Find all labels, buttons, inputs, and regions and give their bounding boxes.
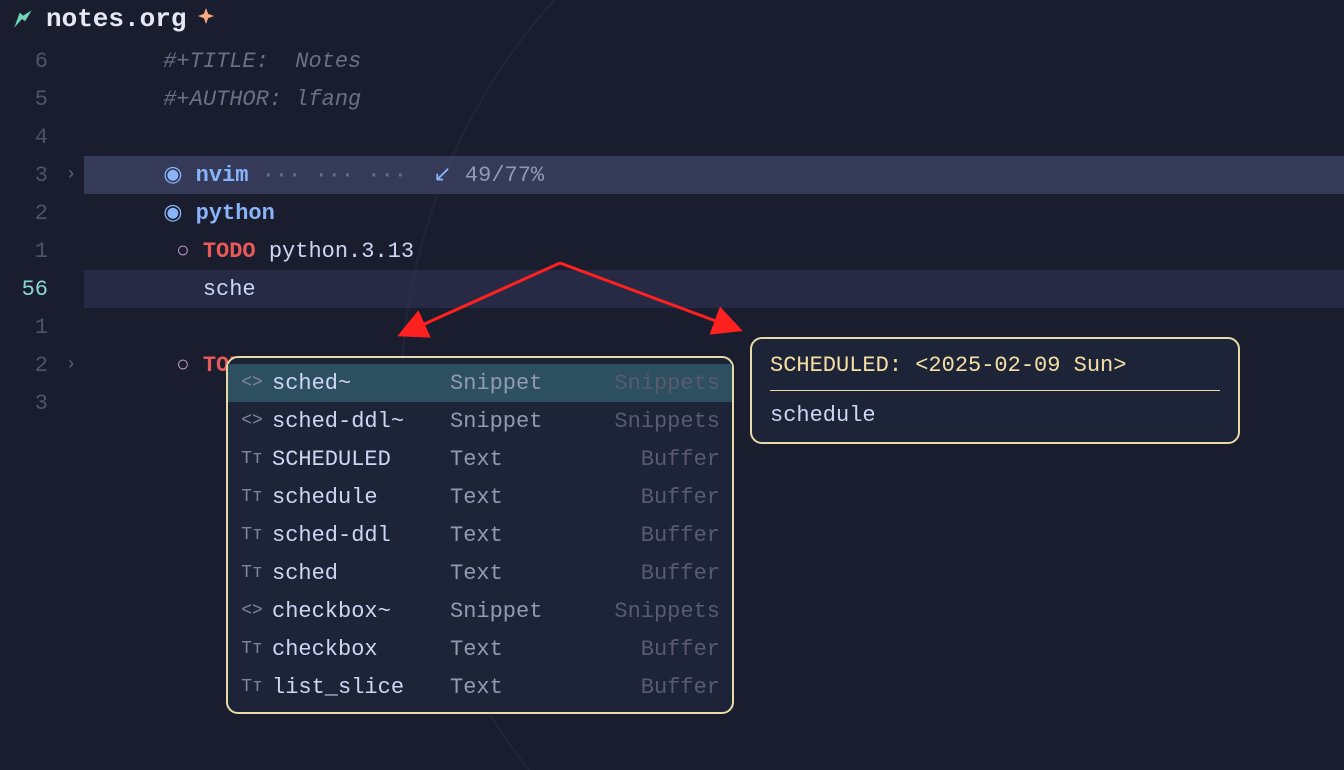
line-number: 5 (0, 87, 58, 112)
completion-source: Snippets (568, 409, 720, 434)
text-icon: Tᴛ (240, 525, 264, 545)
line-number-current: 56 (0, 277, 58, 302)
text-icon: Tᴛ (240, 563, 264, 583)
text-icon: Tᴛ (240, 677, 264, 697)
completion-label: sched-ddl (272, 523, 442, 548)
completion-item[interactable]: <> sched~ Snippet Snippets (228, 364, 732, 402)
completion-source: Buffer (568, 675, 720, 700)
line-number: 6 (0, 49, 58, 74)
completion-label: checkbox~ (272, 599, 442, 624)
typed-text: sche (203, 277, 256, 302)
editor-line[interactable]: 5 #+AUTHOR: lfang (0, 80, 1344, 118)
completion-kind: Text (450, 447, 560, 472)
line-number: 4 (0, 125, 58, 150)
completion-kind: Snippet (450, 599, 560, 624)
completion-item[interactable]: Tᴛ SCHEDULED Text Buffer (228, 440, 732, 478)
completion-kind: Text (450, 637, 560, 662)
completion-item[interactable]: Tᴛ checkbox Text Buffer (228, 630, 732, 668)
text-icon: Tᴛ (240, 639, 264, 659)
completion-label: SCHEDULED (272, 447, 442, 472)
doc-description: schedule (770, 403, 1220, 428)
line-number: 3 (0, 391, 58, 416)
completion-label: sched-ddl~ (272, 409, 442, 434)
completion-item[interactable]: Tᴛ list_slice Text Buffer (228, 668, 732, 706)
completion-kind: Text (450, 675, 560, 700)
completion-item[interactable]: Tᴛ schedule Text Buffer (228, 478, 732, 516)
completion-kind: Snippet (450, 409, 560, 434)
completion-popup[interactable]: <> sched~ Snippet Snippets <> sched-ddl~… (226, 356, 734, 714)
completion-doc-popup: SCHEDULED: <2025-02-09 Sun> schedule (750, 337, 1240, 444)
unicorn-icon (10, 6, 36, 32)
snippet-icon: <> (240, 411, 264, 431)
completion-kind: Text (450, 561, 560, 586)
completion-item[interactable]: <> checkbox~ Snippet Snippets (228, 592, 732, 630)
line-number: 3 (0, 163, 58, 188)
completion-source: Buffer (568, 561, 720, 586)
completion-source: Buffer (568, 637, 720, 662)
completion-source: Snippets (568, 371, 720, 396)
doc-divider (770, 390, 1220, 391)
fold-indicator[interactable]: › (58, 165, 84, 185)
completion-kind: Text (450, 485, 560, 510)
completion-item[interactable]: <> sched-ddl~ Snippet Snippets (228, 402, 732, 440)
line-number: 2 (0, 201, 58, 226)
completion-label: sched (272, 561, 442, 586)
editor-line-current[interactable]: 56 sche (0, 270, 1344, 308)
doc-expansion: SCHEDULED: <2025-02-09 Sun> (770, 353, 1220, 378)
completion-label: schedule (272, 485, 442, 510)
completion-label: list_slice (272, 675, 442, 700)
completion-kind: Text (450, 523, 560, 548)
completion-source: Snippets (568, 599, 720, 624)
completion-label: sched~ (272, 371, 442, 396)
org-author-value: lfang (295, 87, 361, 112)
completion-source: Buffer (568, 485, 720, 510)
fold-indicator[interactable]: › (58, 355, 84, 375)
completion-item[interactable]: Tᴛ sched-ddl Text Buffer (228, 516, 732, 554)
completion-source: Buffer (568, 523, 720, 548)
completion-kind: Snippet (450, 371, 560, 396)
completion-label: checkbox (272, 637, 442, 662)
completion-source: Buffer (568, 447, 720, 472)
completion-item[interactable]: Tᴛ sched Text Buffer (228, 554, 732, 592)
heading-bullet: ○ (176, 353, 189, 378)
line-number: 1 (0, 239, 58, 264)
line-number: 1 (0, 315, 58, 340)
snippet-icon: <> (240, 601, 264, 621)
snippet-icon: <> (240, 373, 264, 393)
line-number: 2 (0, 353, 58, 378)
org-keyword: #+AUTHOR: (163, 87, 295, 112)
text-icon: Tᴛ (240, 487, 264, 507)
text-icon: Tᴛ (240, 449, 264, 469)
